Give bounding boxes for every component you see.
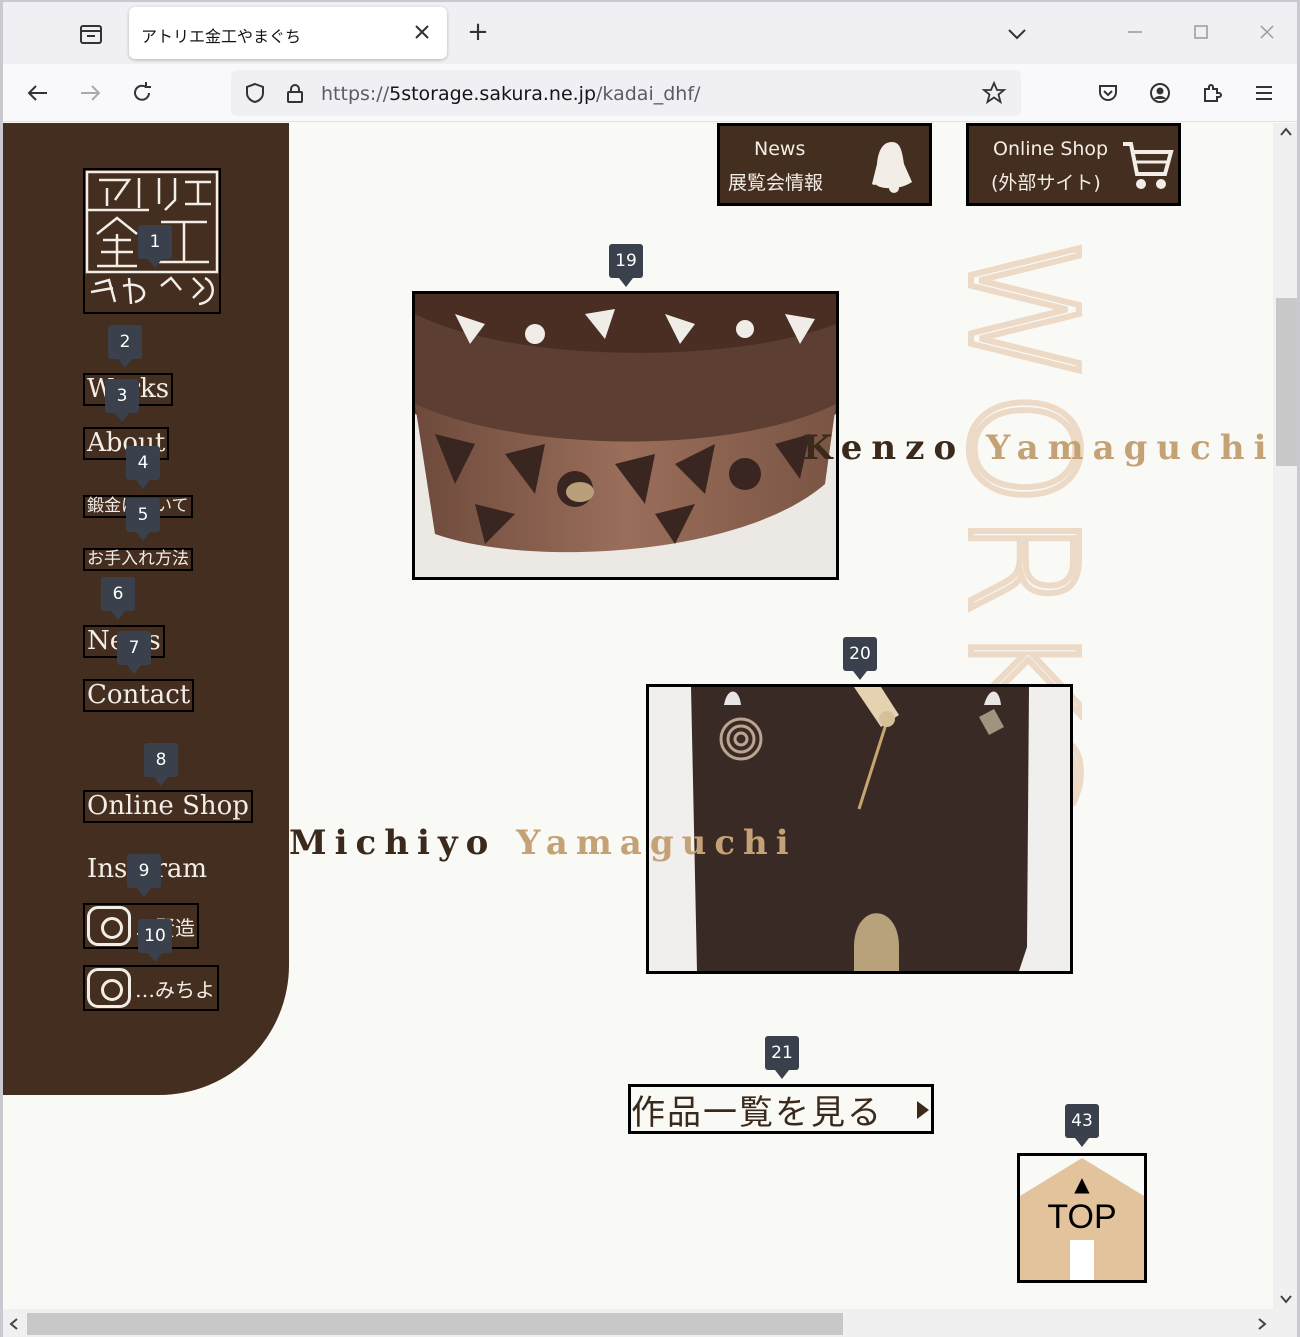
work-photo-kenzo[interactable] bbox=[412, 291, 839, 580]
marker-7: 7 bbox=[117, 631, 151, 674]
instagram-link-michiyo[interactable]: …みちよ bbox=[83, 965, 219, 1011]
marker-4: 4 bbox=[126, 446, 160, 489]
forward-arrow-icon[interactable] bbox=[75, 78, 105, 108]
window-close-icon[interactable] bbox=[1255, 20, 1279, 44]
url-scheme: https:// bbox=[321, 83, 390, 105]
bookmark-star-icon[interactable] bbox=[981, 80, 1007, 110]
back-arrow-icon[interactable] bbox=[23, 78, 53, 108]
tab-list-icon[interactable] bbox=[75, 18, 107, 50]
marker-1: 1 bbox=[138, 225, 172, 268]
online-shop-button[interactable]: Online Shop (外部サイト) bbox=[966, 123, 1181, 206]
scroll-right-icon[interactable] bbox=[1255, 1316, 1269, 1335]
vertical-scroll-thumb[interactable] bbox=[1276, 298, 1297, 466]
lock-icon[interactable] bbox=[283, 81, 307, 109]
scroll-down-icon[interactable] bbox=[1279, 1291, 1293, 1310]
instagram-account-label: …みちよ bbox=[135, 977, 215, 1002]
arrow-up-icon: ▲ bbox=[1074, 1172, 1090, 1196]
active-tab[interactable]: アトリエ金工やまぐち bbox=[129, 7, 447, 59]
marker-9: 9 bbox=[127, 854, 161, 897]
marker-10: 10 bbox=[138, 919, 172, 962]
marker-43: 43 bbox=[1065, 1104, 1099, 1147]
marker-2: 2 bbox=[108, 325, 142, 368]
artist-name-michiyo[interactable]: Michiyo Yamaguchi bbox=[289, 823, 797, 863]
scroll-left-icon[interactable] bbox=[7, 1316, 21, 1335]
account-icon[interactable] bbox=[1145, 78, 1175, 108]
news-button-sublabel: 展覧会情報 bbox=[728, 172, 824, 194]
tab-bar: アトリエ金工やまぐち + bbox=[3, 2, 1297, 64]
reload-icon[interactable] bbox=[127, 78, 157, 108]
instagram-icon bbox=[87, 968, 131, 1008]
bell-icon bbox=[864, 138, 920, 200]
sidebar-item-care[interactable]: お手入れ方法 bbox=[83, 548, 193, 571]
marker-21: 21 bbox=[765, 1036, 799, 1079]
url-bar[interactable]: https://5storage.sakura.ne.jp/kadai_dhf/ bbox=[231, 70, 1021, 116]
news-button[interactable]: News 展覧会情報 bbox=[717, 123, 932, 206]
artist-last-name: Yamaguchi bbox=[516, 823, 797, 863]
view-all-label: 作品一覧を見る bbox=[631, 1092, 883, 1133]
top-label: TOP bbox=[1047, 1198, 1117, 1236]
marker-3: 3 bbox=[105, 379, 139, 422]
page-viewport: Works About 鍛金について お手入れ方法 News Contact O… bbox=[3, 123, 1297, 1309]
url-path: /kadai_dhf/ bbox=[596, 83, 701, 105]
marker-6: 6 bbox=[101, 577, 135, 620]
new-tab-icon[interactable]: + bbox=[463, 18, 493, 48]
marker-8: 8 bbox=[144, 743, 178, 786]
view-all-works-link[interactable]: 作品一覧を見る bbox=[628, 1084, 934, 1134]
artist-first-name: Michiyo bbox=[289, 823, 497, 863]
triangle-right-icon bbox=[917, 1101, 929, 1119]
vertical-scrollbar[interactable] bbox=[1273, 123, 1297, 1309]
horizontal-scroll-thumb[interactable] bbox=[27, 1313, 843, 1335]
shop-button-sublabel: (外部サイト) bbox=[991, 172, 1101, 194]
sidebar-item-contact[interactable]: Contact bbox=[83, 679, 195, 712]
tab-close-icon[interactable] bbox=[411, 21, 433, 43]
copper-bowl-image bbox=[415, 294, 836, 577]
url-host: 5storage.sakura.ne.jp bbox=[389, 83, 597, 105]
chevron-down-icon[interactable] bbox=[1003, 20, 1031, 48]
instagram-icon bbox=[87, 906, 131, 946]
back-to-top-button[interactable]: ▲ TOP bbox=[1017, 1153, 1147, 1283]
sidebar-item-online-shop[interactable]: Online Shop bbox=[83, 790, 253, 823]
maximize-icon[interactable] bbox=[1189, 20, 1213, 44]
horizontal-scrollbar[interactable] bbox=[3, 1309, 1297, 1337]
artist-last-name: Yamaguchi bbox=[985, 428, 1276, 468]
shield-icon[interactable] bbox=[243, 81, 267, 109]
pocket-icon[interactable] bbox=[1093, 78, 1123, 108]
minimize-icon[interactable] bbox=[1123, 20, 1147, 44]
marker-19: 19 bbox=[609, 244, 643, 287]
artist-name-kenzo[interactable]: Kenzo Yamaguchi bbox=[803, 428, 1275, 468]
marker-5: 5 bbox=[126, 498, 160, 541]
browser-window: アトリエ金工やまぐち + https://5storage.sakura.ne.… bbox=[0, 0, 1300, 1337]
news-button-label: News bbox=[754, 138, 806, 160]
tab-title: アトリエ金工やまぐち bbox=[141, 27, 302, 46]
cart-icon bbox=[1121, 138, 1175, 198]
url-text[interactable]: https://5storage.sakura.ne.jp/kadai_dhf/ bbox=[321, 83, 700, 105]
shop-button-label: Online Shop bbox=[993, 138, 1109, 160]
nav-bar: https://5storage.sakura.ne.jp/kadai_dhf/ bbox=[3, 64, 1297, 122]
scroll-up-icon[interactable] bbox=[1279, 125, 1293, 143]
marker-20: 20 bbox=[843, 637, 877, 680]
menu-hamburger-icon[interactable] bbox=[1249, 78, 1279, 108]
extensions-icon[interactable] bbox=[1197, 78, 1227, 108]
artist-first-name: Kenzo bbox=[803, 428, 966, 468]
